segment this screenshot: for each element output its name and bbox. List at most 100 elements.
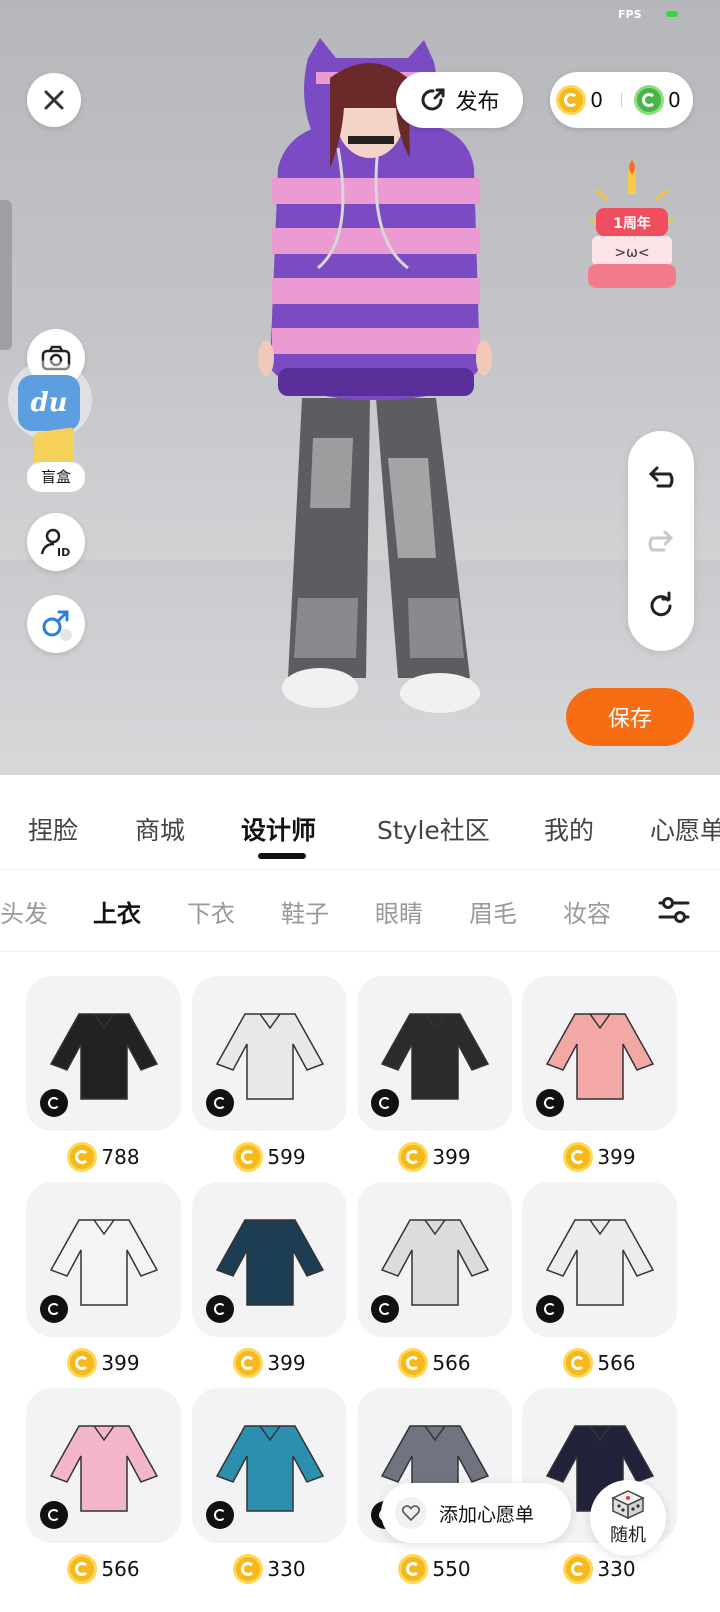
item-card[interactable]: 399 (192, 1182, 347, 1381)
male-gender-icon (42, 610, 72, 641)
category-eyes[interactable]: 眼睛 (375, 894, 423, 929)
category-eyebrows[interactable]: 眉毛 (469, 894, 517, 929)
item-card[interactable]: 566 (26, 1388, 181, 1587)
garment-image (49, 1218, 158, 1306)
garment-image (545, 1218, 654, 1306)
category-hair[interactable]: 头发 (0, 894, 48, 929)
item-thumbnail[interactable] (192, 1388, 347, 1543)
item-thumbnail[interactable] (192, 976, 347, 1131)
tab-shop[interactable]: 商城 (135, 811, 185, 847)
publish-label: 发布 (455, 90, 500, 115)
item-thumbnail[interactable] (522, 1182, 677, 1337)
close-button[interactable] (27, 73, 81, 127)
gold-coin-icon (233, 1142, 264, 1172)
user-id-icon: ID (40, 528, 70, 558)
item-card[interactable]: 599 (192, 976, 347, 1175)
item-card[interactable]: 399 (522, 976, 677, 1175)
item-price-value: 566 (432, 1351, 471, 1375)
wishlist-label: 添加心愿单 (439, 1503, 535, 1526)
creator-icon (40, 1501, 68, 1529)
item-price: 550 (357, 1551, 512, 1587)
heart-icon (395, 1497, 427, 1529)
item-price: 566 (522, 1345, 677, 1381)
gold-coin-icon (563, 1554, 594, 1584)
fps-label: FPS (618, 8, 642, 21)
avatar-model[interactable] (258, 38, 494, 734)
random-outfit-button[interactable]: 随机 (590, 1480, 666, 1556)
edit-history-controls (628, 431, 694, 651)
tab-designer[interactable]: 设计师 (241, 811, 316, 847)
creator-icon (206, 1501, 234, 1529)
gold-coin-icon (563, 1142, 594, 1172)
dice-icon (611, 1490, 645, 1519)
creator-icon (40, 1295, 68, 1323)
gold-coin-icon (398, 1554, 429, 1584)
save-button[interactable]: 保存 (566, 688, 694, 746)
tab-wishlist[interactable]: 心愿单 (650, 811, 720, 847)
item-card[interactable]: 399 (26, 1182, 181, 1381)
avatar-stage[interactable]: FPS 发布 0 0 1周年 >ω< du 盲盒 ID 保存 (0, 0, 720, 775)
category-shoes[interactable]: 鞋子 (281, 894, 329, 929)
item-thumbnail[interactable] (522, 976, 677, 1131)
gold-coin-icon (563, 1348, 594, 1378)
anniversary-cake-badge[interactable]: 1周年 >ω< (586, 160, 678, 295)
item-thumbnail[interactable] (357, 1182, 512, 1337)
app-logo: du (18, 375, 80, 431)
close-icon (44, 90, 64, 110)
side-drawer-handle[interactable] (0, 200, 12, 350)
item-price: 566 (357, 1345, 512, 1381)
item-price-value: 550 (432, 1557, 471, 1581)
item-price-value: 399 (101, 1351, 140, 1375)
filter-icon[interactable] (656, 892, 692, 928)
item-price-value: 399 (597, 1145, 636, 1169)
item-card[interactable]: 330 (192, 1388, 347, 1587)
gold-coin-icon (67, 1348, 98, 1378)
category-bottoms[interactable]: 下衣 (187, 894, 235, 929)
publish-button[interactable]: 发布 (396, 72, 523, 128)
item-price-value: 599 (267, 1145, 306, 1169)
reset-icon[interactable] (646, 590, 676, 620)
redo-icon[interactable] (646, 526, 676, 556)
gold-coin-icon (398, 1348, 429, 1378)
item-card[interactable]: 566 (357, 1182, 512, 1381)
garment-image (49, 1424, 158, 1512)
item-price: 330 (192, 1551, 347, 1587)
green-coin-count: 0 (668, 88, 681, 112)
tab-face[interactable]: 捏脸 (28, 811, 78, 847)
active-tab-indicator (258, 853, 306, 859)
item-thumbnail[interactable] (192, 1182, 347, 1337)
gold-coin-icon (556, 85, 587, 115)
item-card[interactable]: 788 (26, 976, 181, 1175)
cake-face-text: >ω< (614, 245, 649, 261)
add-to-wishlist-button[interactable]: 添加心愿单 (381, 1483, 571, 1543)
item-thumbnail[interactable] (26, 1182, 181, 1337)
item-price: 330 (522, 1551, 677, 1587)
item-price: 599 (192, 1139, 347, 1175)
tab-style-community[interactable]: Style社区 (377, 811, 490, 847)
tab-mine[interactable]: 我的 (544, 811, 594, 847)
item-price-value: 399 (267, 1351, 306, 1375)
item-card[interactable]: 399 (357, 976, 512, 1175)
item-price-value: 566 (101, 1557, 140, 1581)
item-card[interactable]: 566 (522, 1182, 677, 1381)
category-tops[interactable]: 上衣 (93, 894, 141, 929)
cake-year-text: 1周年 (613, 215, 651, 232)
avatar-id-button[interactable]: ID (27, 513, 85, 571)
fps-indicator (666, 11, 678, 17)
main-tab-bar: 捏脸 商城 设计师 Style社区 我的 心愿单 (0, 775, 720, 870)
category-makeup[interactable]: 妆容 (563, 894, 611, 929)
gender-switch-button[interactable] (27, 595, 85, 653)
item-price: 566 (26, 1551, 181, 1587)
creator-icon (536, 1295, 564, 1323)
undo-icon[interactable] (646, 462, 676, 492)
item-thumbnail[interactable] (26, 976, 181, 1131)
garment-image (215, 1012, 324, 1100)
creator-icon (536, 1089, 564, 1117)
gold-coin-icon (233, 1554, 264, 1584)
currency-balance[interactable]: 0 0 (550, 72, 693, 128)
green-coin-icon (634, 85, 664, 115)
gold-coin-icon (67, 1142, 98, 1172)
item-thumbnail[interactable] (357, 976, 512, 1131)
blind-box-button[interactable]: 盲盒 (27, 462, 85, 492)
item-thumbnail[interactable] (26, 1388, 181, 1543)
